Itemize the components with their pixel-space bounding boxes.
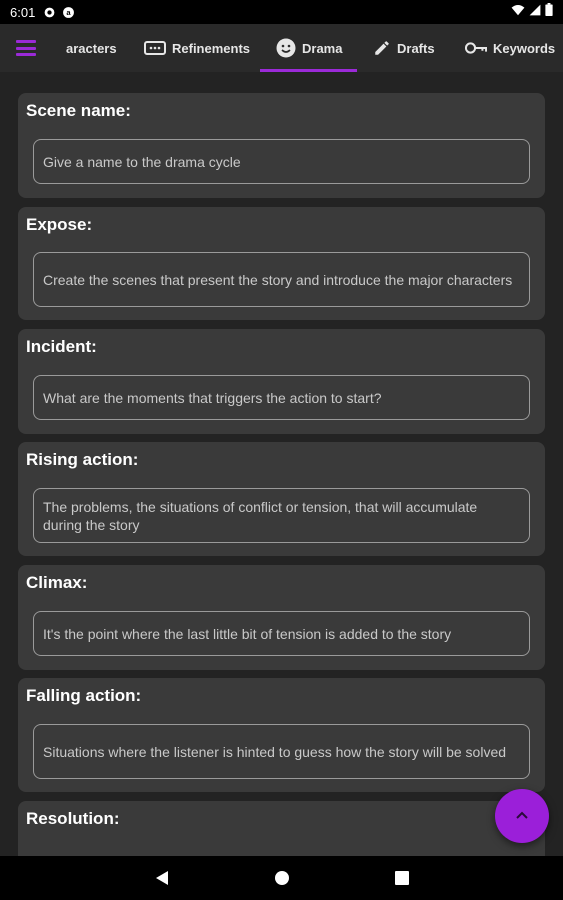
- scroll-top-button[interactable]: [495, 789, 549, 843]
- at-sign-icon: a: [62, 6, 75, 19]
- gear-icon: [43, 6, 56, 19]
- tab-label: Drafts: [397, 40, 435, 56]
- wifi-icon: [511, 3, 525, 21]
- face-icon: [276, 38, 296, 58]
- section-incident: Incident: What are the moments that trig…: [18, 329, 545, 434]
- tab-drafts[interactable]: Drafts: [373, 24, 435, 72]
- recents-icon[interactable]: [392, 868, 412, 888]
- tab-label: Drama: [302, 40, 343, 56]
- pencil-icon: [373, 39, 391, 57]
- section-title: Incident:: [26, 337, 97, 356]
- tab-bar: aracters Refinements Drama Drafts Keywor…: [0, 24, 563, 72]
- tab-refinements[interactable]: Refinements: [144, 24, 250, 72]
- section-climax: Climax: It's the point where the last li…: [18, 565, 545, 670]
- home-icon[interactable]: [272, 868, 292, 888]
- tab-characters[interactable]: aracters: [66, 24, 117, 72]
- section-scene-name: Scene name: Give a name to the drama cyc…: [18, 93, 545, 198]
- section-title: Falling action:: [26, 686, 142, 705]
- status-bar: 6:01 a: [0, 0, 563, 24]
- chevron-up-icon: [515, 807, 529, 825]
- key-icon: [465, 41, 487, 55]
- tab-label: Keywords: [493, 40, 556, 56]
- section-expose: Expose: Create the scenes that present t…: [18, 207, 545, 320]
- rising-action-field[interactable]: The problems, the situations of conflict…: [33, 488, 530, 543]
- scene-name-field[interactable]: Give a name to the drama cycle: [33, 139, 530, 184]
- system-nav-bar: [0, 856, 563, 900]
- section-title: Scene name:: [26, 101, 131, 120]
- back-icon[interactable]: [152, 868, 172, 888]
- tab-label: Refinements: [172, 40, 251, 56]
- section-title: Rising action:: [26, 450, 139, 469]
- falling-action-field[interactable]: Situations where the listener is hinted …: [33, 724, 530, 779]
- dots-box-icon: [144, 40, 166, 56]
- climax-field[interactable]: It's the point where the last little bit…: [33, 611, 530, 656]
- section-rising-action: Rising action: The problems, the situati…: [18, 442, 545, 556]
- tab-keywords[interactable]: Keywords: [465, 24, 555, 72]
- status-time: 6:01: [10, 4, 36, 20]
- section-resolution: Resolution:: [18, 801, 545, 856]
- tab-drama[interactable]: Drama: [276, 24, 342, 72]
- signal-icon: [529, 3, 541, 21]
- menu-icon[interactable]: [16, 40, 36, 56]
- section-falling-action: Falling action: Situations where the lis…: [18, 678, 545, 792]
- battery-icon: [545, 3, 553, 21]
- drama-form[interactable]: Scene name: Give a name to the drama cyc…: [0, 72, 563, 856]
- expose-field[interactable]: Create the scenes that present the story…: [33, 252, 530, 307]
- incident-field[interactable]: What are the moments that triggers the a…: [33, 375, 530, 420]
- section-title: Resolution:: [26, 809, 120, 828]
- section-title: Climax:: [26, 573, 88, 592]
- tab-label: aracters: [66, 40, 117, 56]
- section-title: Expose:: [26, 215, 93, 234]
